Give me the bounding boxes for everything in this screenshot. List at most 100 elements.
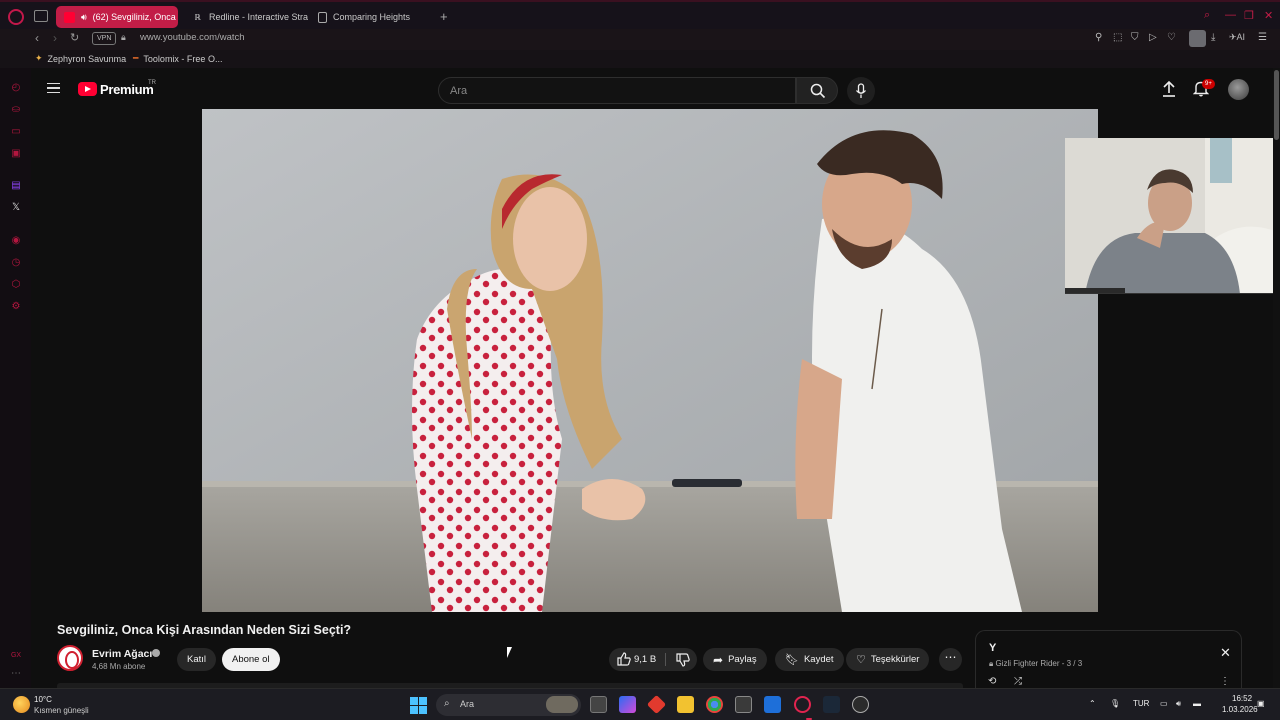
- youtube-brand[interactable]: Premium: [100, 82, 154, 97]
- search-placeholder: Ara: [450, 85, 468, 97]
- tray-mic-icon[interactable]: 🎙︎: [1110, 699, 1120, 708]
- shield-icon[interactable]: ⛉: [1131, 32, 1139, 43]
- mouse-cursor: [507, 647, 512, 658]
- gx-control-icon[interactable]: ◴: [10, 82, 22, 94]
- extensions-icon[interactable]: ⬡: [10, 279, 22, 291]
- opera-gx-icon[interactable]: [794, 696, 811, 713]
- video-player[interactable]: [202, 109, 1098, 612]
- shuffle-icon[interactable]: ⤮: [1014, 676, 1022, 687]
- share-button[interactable]: ➦ Paylaş: [703, 648, 767, 671]
- minimize-icon[interactable]: —: [1225, 9, 1236, 21]
- url-field[interactable]: www.youtube.com/watch: [140, 32, 245, 43]
- playlist-title[interactable]: Y: [989, 642, 996, 654]
- loop-icon[interactable]: ⟲: [988, 676, 996, 687]
- battery-icon[interactable]: ▬: [1193, 699, 1201, 708]
- upload-icon[interactable]: [1161, 80, 1177, 97]
- thanks-button[interactable]: ♡ Teşekkürler: [846, 648, 930, 671]
- new-tab-plus-icon[interactable]: +: [440, 9, 448, 24]
- subscribe-button[interactable]: Abone ol: [222, 648, 280, 671]
- volume-icon[interactable]: 🔊︎: [1176, 699, 1181, 709]
- heart-icon[interactable]: ♡: [1167, 32, 1176, 43]
- join-button[interactable]: Katıl: [177, 648, 217, 671]
- restore-icon[interactable]: ❐: [1244, 9, 1254, 22]
- weather-icon[interactable]: [13, 696, 30, 713]
- clock-time[interactable]: 16:52: [1232, 694, 1252, 703]
- player-sidebar-icon[interactable]: ◉: [10, 235, 22, 247]
- bookmark-toolomix[interactable]: ━ Toolomix - Free O...: [133, 53, 222, 64]
- store-icon[interactable]: [735, 696, 752, 713]
- tab-youtube[interactable]: 🔊︎ (62) Sevgiliniz, Onca K: [56, 6, 178, 28]
- search-tabs-icon[interactable]: ⌕: [1204, 9, 1210, 22]
- channel-name[interactable]: Evrim Ağacı: [92, 648, 152, 660]
- weather-desc[interactable]: Kısmen güneşli: [34, 706, 89, 715]
- playlist-close-icon[interactable]: ✕: [1220, 645, 1231, 661]
- scrollbar-thumb[interactable]: [1274, 70, 1279, 140]
- chrome-icon[interactable]: [706, 696, 723, 713]
- opera-logo-icon[interactable]: [8, 9, 24, 25]
- tab-comparing-heights[interactable]: Comparing Heights: [310, 6, 430, 28]
- mail-icon[interactable]: ▣: [10, 148, 22, 160]
- history-icon[interactable]: ◷: [10, 257, 22, 269]
- more-sidebar-icon[interactable]: ⋯: [10, 668, 22, 680]
- browser-tab-bar: 🔊︎ (62) Sevgiliniz, Onca K ℝ Redline - I…: [0, 0, 1280, 29]
- thumbs-up-icon[interactable]: [617, 652, 631, 666]
- pin-icon[interactable]: ⚲: [1095, 32, 1102, 43]
- taskbar-search-placeholder: Ara: [460, 699, 475, 709]
- account-avatar[interactable]: [1228, 79, 1249, 100]
- forward-icon[interactable]: ›: [53, 31, 57, 45]
- tab-label: (62) Sevgiliniz, Onca K: [92, 12, 178, 22]
- settings-app-icon[interactable]: [852, 696, 869, 713]
- network-icon[interactable]: ▭: [1160, 699, 1168, 708]
- git-app-icon[interactable]: [646, 694, 667, 715]
- twitch-icon[interactable]: ▤: [10, 180, 22, 192]
- browser-sidebar: ◴ ⛀ ▭ ▣ ▤ 𝕏 ◉ ◷ ⬡ ⚙ GX ⋯: [0, 68, 31, 688]
- tray-chevron-icon[interactable]: ⌃: [1089, 699, 1096, 708]
- x-icon[interactable]: 𝕏: [10, 202, 22, 214]
- player-icon[interactable]: ▷: [1149, 32, 1157, 43]
- taskbar-search-input[interactable]: ⌕ Ara: [436, 694, 581, 716]
- vpn-badge[interactable]: VPN: [92, 32, 117, 45]
- thumbs-down-icon[interactable]: [676, 653, 690, 667]
- copilot-icon[interactable]: [619, 696, 636, 713]
- channel-avatar[interactable]: [57, 645, 83, 671]
- aria-ai-button[interactable]: ✈AI: [1229, 32, 1245, 43]
- task-view-icon[interactable]: [590, 696, 607, 713]
- playlist-subtitle: 🔒︎ Gizli Fighter Rider - 3 / 3: [989, 659, 1082, 669]
- tab-redline[interactable]: ℝ Redline - Interactive Strate: [184, 6, 308, 28]
- profile-avatar[interactable]: [1189, 30, 1206, 47]
- search-input[interactable]: Ara: [438, 77, 796, 104]
- playlist-menu-icon[interactable]: ⋮: [1220, 676, 1230, 687]
- settings-gear-icon[interactable]: ⚙: [10, 301, 22, 313]
- input-language[interactable]: TUR: [1133, 699, 1149, 708]
- close-window-icon[interactable]: ✕: [1264, 9, 1273, 22]
- notifications-icon[interactable]: ▣: [1257, 699, 1265, 708]
- outlook-icon[interactable]: [764, 696, 781, 713]
- youtube-logo-icon[interactable]: [78, 82, 97, 96]
- windows-start-icon[interactable]: [410, 697, 427, 714]
- page-scrollbar[interactable]: [1273, 68, 1280, 688]
- menu-icon[interactable]: ☰: [1258, 32, 1267, 43]
- bookmark-zephyron[interactable]: ✦ Zephyron Savunma: [35, 53, 126, 64]
- hamburger-menu-icon[interactable]: [47, 83, 60, 93]
- tab-switcher-icon[interactable]: [34, 10, 48, 22]
- steam-icon[interactable]: [823, 696, 840, 713]
- private-lock-icon: 🔒︎: [989, 659, 994, 668]
- weather-temp[interactable]: 10°C: [34, 695, 52, 704]
- more-actions-button[interactable]: ⋯: [939, 648, 962, 671]
- voice-search-button[interactable]: [847, 77, 875, 105]
- back-icon[interactable]: ‹: [35, 31, 39, 45]
- download-icon[interactable]: ⤓: [1211, 32, 1215, 43]
- save-button[interactable]: 🔖︎ Kaydet: [775, 648, 844, 671]
- lock-icon[interactable]: 🔒︎: [121, 32, 126, 43]
- join-label: Katıl: [187, 654, 207, 665]
- bag-icon[interactable]: ⛀: [10, 104, 22, 116]
- clock-date[interactable]: 1.03.2026: [1222, 705, 1258, 714]
- snapshot-icon[interactable]: ⬚: [1113, 32, 1122, 43]
- webcam-overlay: [1065, 138, 1280, 294]
- like-count[interactable]: 9,1 B: [634, 654, 656, 665]
- gamepad-icon[interactable]: ▭: [10, 126, 22, 138]
- file-explorer-icon[interactable]: [677, 696, 694, 713]
- search-button[interactable]: [796, 77, 838, 104]
- reload-icon[interactable]: ↻: [70, 31, 79, 44]
- super-thanks-icon: ♡: [856, 654, 866, 666]
